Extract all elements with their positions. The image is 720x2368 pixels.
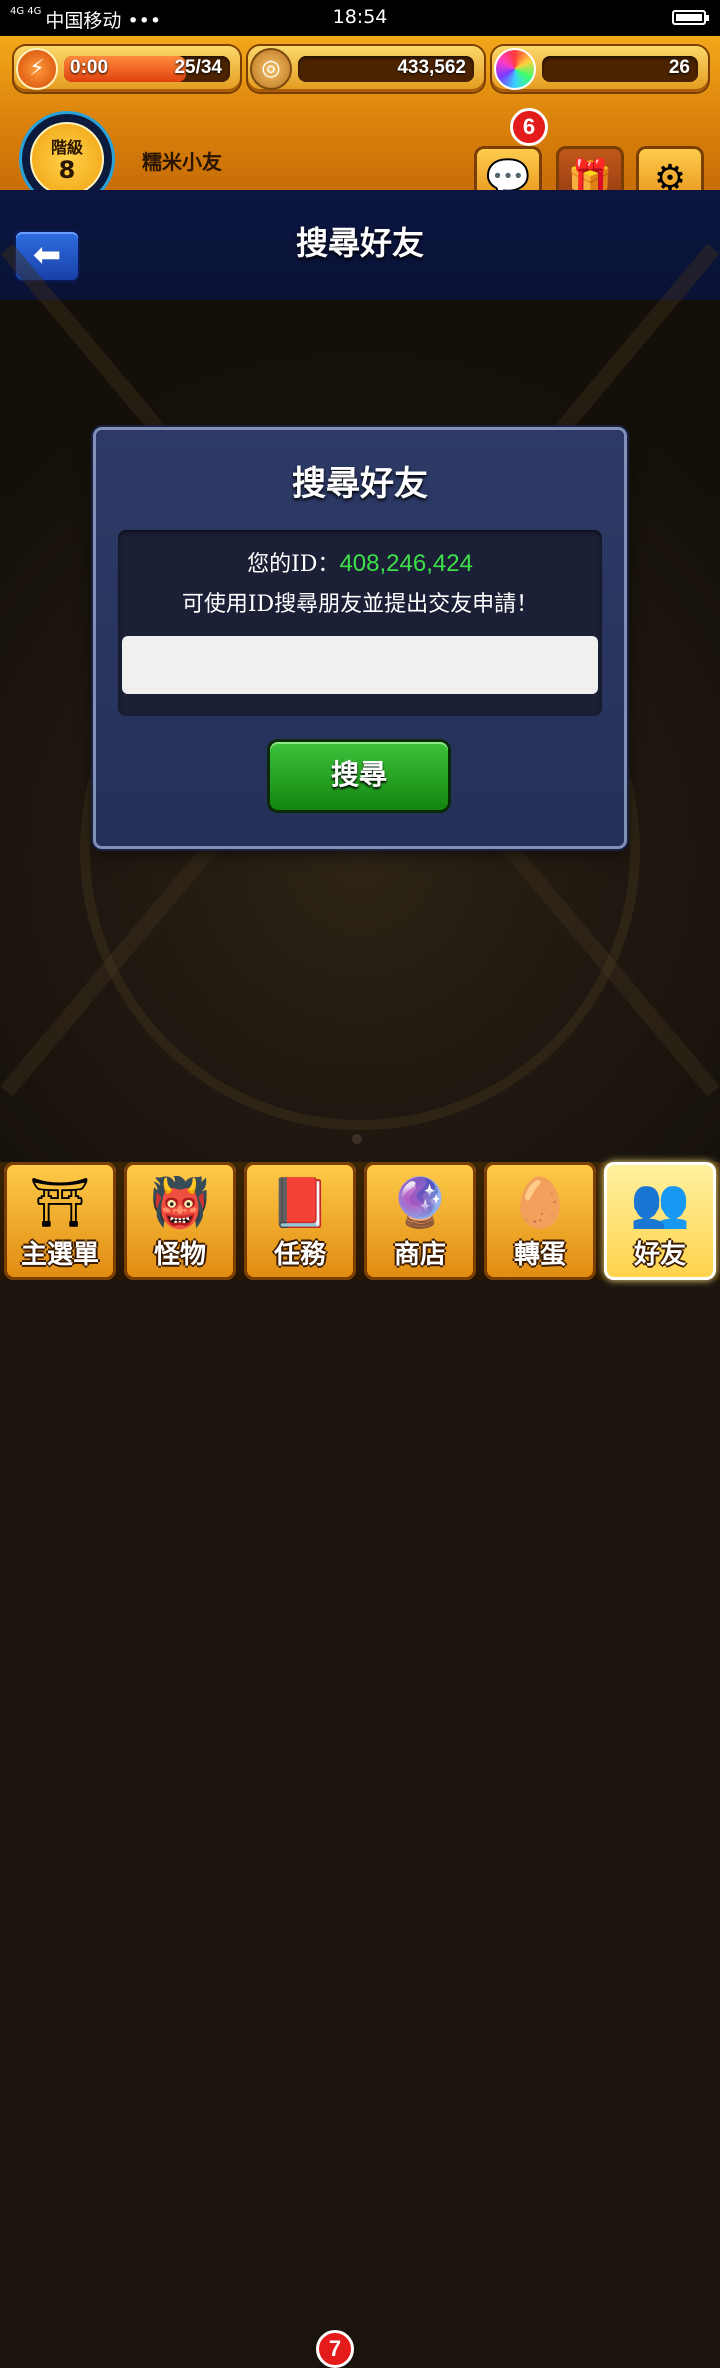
stamina-bar[interactable]: ⚡ 0:00 25/34 — [14, 46, 240, 92]
info-box: 您的ID：408,246,424 可使用ID搜尋朋友並提出交友申請！ — [118, 530, 602, 716]
orb-icon — [494, 48, 536, 90]
rank-circle: 階級 8 — [30, 122, 104, 196]
bottom-nav: ⛩ 主選單 👹 怪物 📕 任務 7 🔮 商店 🥚 轉蛋 👥 好友 — [0, 1162, 720, 2368]
nav-label: 轉蛋 — [513, 1240, 566, 1270]
quest-badge: 7 — [316, 2330, 354, 2368]
coin-icon: ◎ — [250, 48, 292, 90]
dialog-title: 搜尋好友 — [292, 464, 428, 504]
gate-icon: ⛩ — [29, 1175, 91, 1231]
nav-shop[interactable]: 🔮 商店 — [364, 1162, 476, 1280]
nav-label: 主選單 — [20, 1240, 99, 1270]
nav-label: 好友 — [633, 1240, 686, 1270]
nav-label: 任務 — [273, 1240, 326, 1270]
coin-track: 433,562 — [298, 56, 474, 82]
coin-bar[interactable]: ◎ 433,562 — [248, 46, 484, 92]
nav-friends[interactable]: 👥 好友 — [604, 1162, 716, 1280]
book-icon: 📕 — [270, 1175, 330, 1231]
nav-label: 商店 — [393, 1240, 446, 1270]
search-button[interactable]: 搜尋 — [270, 742, 448, 810]
friends-icon: 👥 — [630, 1175, 690, 1231]
page-indicator — [352, 1134, 362, 1144]
friend-id-input[interactable] — [122, 636, 598, 694]
search-friend-dialog: 搜尋好友 您的ID：408,246,424 可使用ID搜尋朋友並提出交友申請！ … — [96, 430, 624, 846]
user-id-line: 您的ID：408,246,424 — [118, 546, 602, 578]
title-bar: ⬅ 搜尋好友 — [0, 190, 720, 300]
nav-gacha[interactable]: 🥚 轉蛋 — [484, 1162, 596, 1280]
game-header: ⚡ 0:00 25/34 ◎ 433,562 26 階級 8 糯米小友 💬 6 … — [0, 36, 720, 212]
battery-icon — [672, 10, 709, 25]
clock: 18:54 — [332, 6, 388, 28]
coin-count: 433,562 — [397, 57, 466, 78]
page-title: 搜尋好友 — [295, 224, 424, 262]
orb-count: 26 — [668, 57, 690, 78]
rank-value: 8 — [58, 156, 76, 184]
chat-badge: 6 — [510, 108, 548, 146]
lightning-icon: ⚡ — [16, 48, 58, 90]
stamina-timer: 0:00 — [70, 57, 109, 78]
stamina-track: 0:00 25/34 — [64, 56, 230, 82]
nav-monsters[interactable]: 👹 怪物 — [124, 1162, 236, 1280]
orb-track: 26 — [542, 56, 698, 82]
rank-label: 階級 — [50, 138, 83, 157]
stamina-count: 25/34 — [174, 57, 222, 78]
nav-main-menu[interactable]: ⛩ 主選單 — [4, 1162, 116, 1280]
monster-icon: 👹 — [150, 1175, 210, 1231]
nav-label: 怪物 — [153, 1240, 206, 1270]
user-id-value: 408,246,424 — [339, 550, 473, 577]
orb-bar[interactable]: 26 — [492, 46, 708, 92]
egg-icon: 🥚 — [510, 1175, 570, 1231]
user-id-label: 您的ID： — [247, 552, 340, 577]
nav-quests[interactable]: 📕 任務 — [244, 1162, 356, 1280]
player-name: 糯米小友 — [142, 150, 222, 174]
status-bar: 4G 4G 中国移动 ••• 18:54 — [0, 0, 720, 36]
search-hint: 可使用ID搜尋朋友並提出交友申請！ — [181, 592, 539, 617]
orb-icon: 🔮 — [390, 1175, 450, 1231]
